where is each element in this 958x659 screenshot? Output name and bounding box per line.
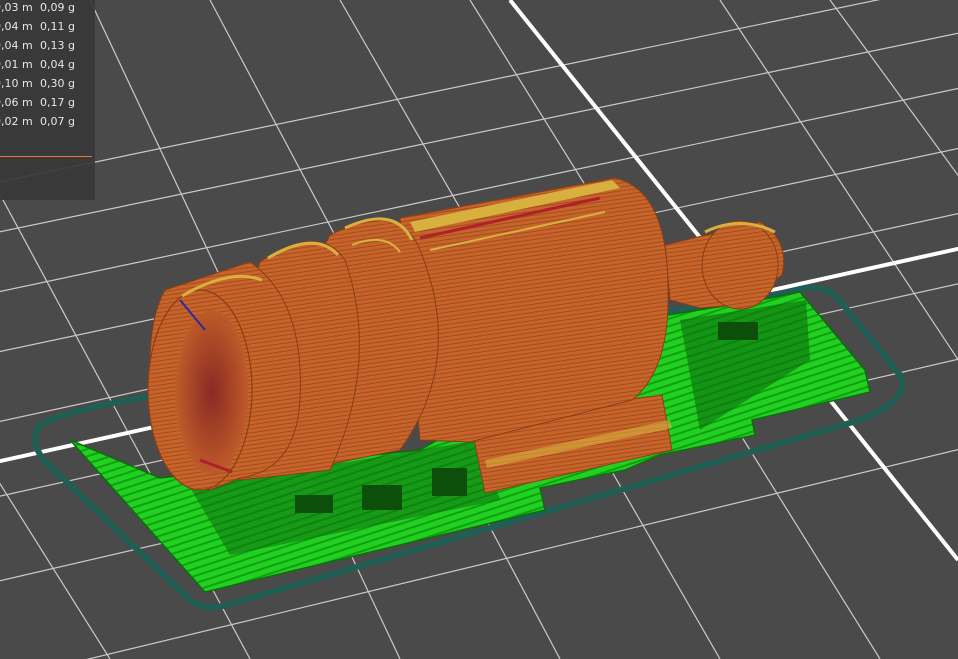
- legend-length: 0,10 m: [0, 77, 33, 90]
- legend-length: 0,04 m: [0, 39, 33, 52]
- legend-length: 0,02 m: [0, 115, 33, 128]
- legend-separator: [0, 156, 92, 157]
- 3d-preview-viewport[interactable]: 0,03 m 0,09 g 0,04 m 0,11 g 0,04 m 0,13 …: [0, 0, 958, 659]
- legend-weight: 0,09 g: [40, 1, 75, 14]
- legend-length: 0,06 m: [0, 96, 33, 109]
- legend-weight: 0,17 g: [40, 96, 75, 109]
- legend-length: 0,03 m: [0, 1, 33, 14]
- legend-weight: 0,30 g: [40, 77, 75, 90]
- legend-length: 0,04 m: [0, 20, 33, 33]
- legend-weight: 0,04 g: [40, 58, 75, 71]
- legend-weight: 0,11 g: [40, 20, 75, 33]
- legend-weight: 0,07 g: [40, 115, 75, 128]
- preview-scene[interactable]: [0, 0, 958, 659]
- legend-panel: 0,03 m 0,09 g 0,04 m 0,11 g 0,04 m 0,13 …: [0, 0, 95, 200]
- legend-length: 0,01 m: [0, 58, 33, 71]
- legend-weight: 0,13 g: [40, 39, 75, 52]
